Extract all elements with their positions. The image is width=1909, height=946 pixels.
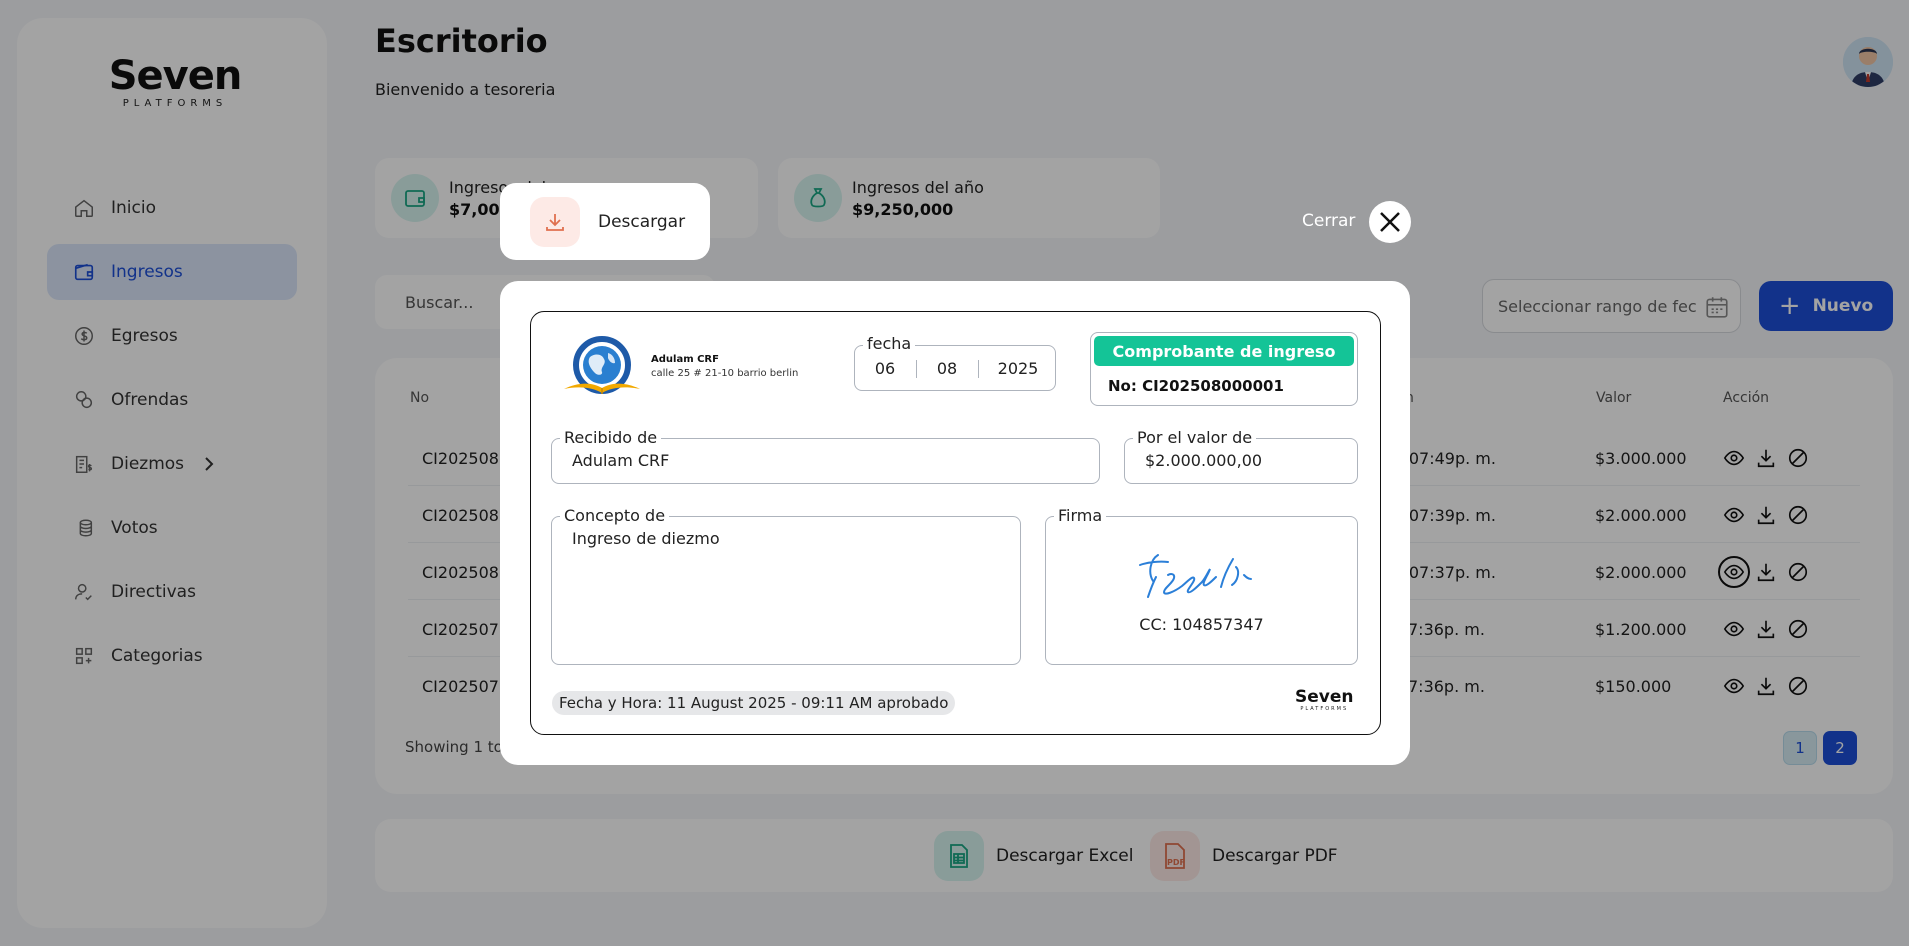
received-from-legend: Recibido de bbox=[560, 428, 662, 448]
close-icon bbox=[1380, 212, 1400, 232]
concept-field[interactable]: Concepto de Ingreso de diezmo bbox=[551, 506, 1021, 665]
date-fieldset: fecha 06 08 2025 bbox=[854, 334, 1057, 391]
download-icon bbox=[530, 196, 580, 247]
church-address: calle 25 # 21-10 barrio berlin bbox=[651, 368, 799, 379]
signature-image bbox=[1139, 554, 1252, 598]
amount-value: $2.000.000,00 bbox=[1145, 451, 1263, 470]
modal-download-label: Descargar bbox=[598, 211, 686, 232]
signature-id: CC: 104857347 bbox=[1139, 615, 1264, 634]
close-button[interactable] bbox=[1369, 201, 1411, 243]
date-month[interactable]: 08 bbox=[917, 346, 977, 390]
church-logo bbox=[564, 336, 640, 394]
receipt-brand-name: Seven bbox=[1295, 687, 1354, 707]
date-day[interactable]: 06 bbox=[855, 346, 915, 390]
signature-legend: Firma bbox=[1054, 506, 1107, 526]
receipt-title: Comprobante de ingreso bbox=[1094, 336, 1354, 366]
concept-legend: Concepto de bbox=[560, 506, 670, 526]
amount-field[interactable]: Por el valor de $2.000.000,00 bbox=[1124, 428, 1358, 484]
receipt-number: No: CI202508000001 bbox=[1108, 377, 1284, 395]
received-from-value: Adulam CRF bbox=[572, 451, 670, 470]
receipt-timestamp: Fecha y Hora: 11 August 2025 - 09:11 AM … bbox=[552, 691, 956, 715]
receipt-brand-logo: Seven PLATFORMS bbox=[1295, 687, 1354, 713]
receipt-brand-tagline: PLATFORMS bbox=[1300, 706, 1349, 712]
concept-value: Ingreso de diezmo bbox=[572, 529, 720, 548]
amount-legend: Por el valor de bbox=[1133, 428, 1257, 448]
signature-field: Firma CC: 104857347 bbox=[1045, 506, 1358, 665]
church-name: Adulam CRF bbox=[651, 354, 719, 365]
date-year[interactable]: 2025 bbox=[979, 346, 1057, 390]
receipt-number-box: Comprobante de ingreso No: CI20250800000… bbox=[1090, 332, 1358, 406]
received-from-field[interactable]: Recibido de Adulam CRF bbox=[551, 428, 1100, 484]
modal-download-button[interactable]: Descargar bbox=[500, 183, 710, 260]
close-label[interactable]: Cerrar bbox=[1302, 211, 1355, 231]
